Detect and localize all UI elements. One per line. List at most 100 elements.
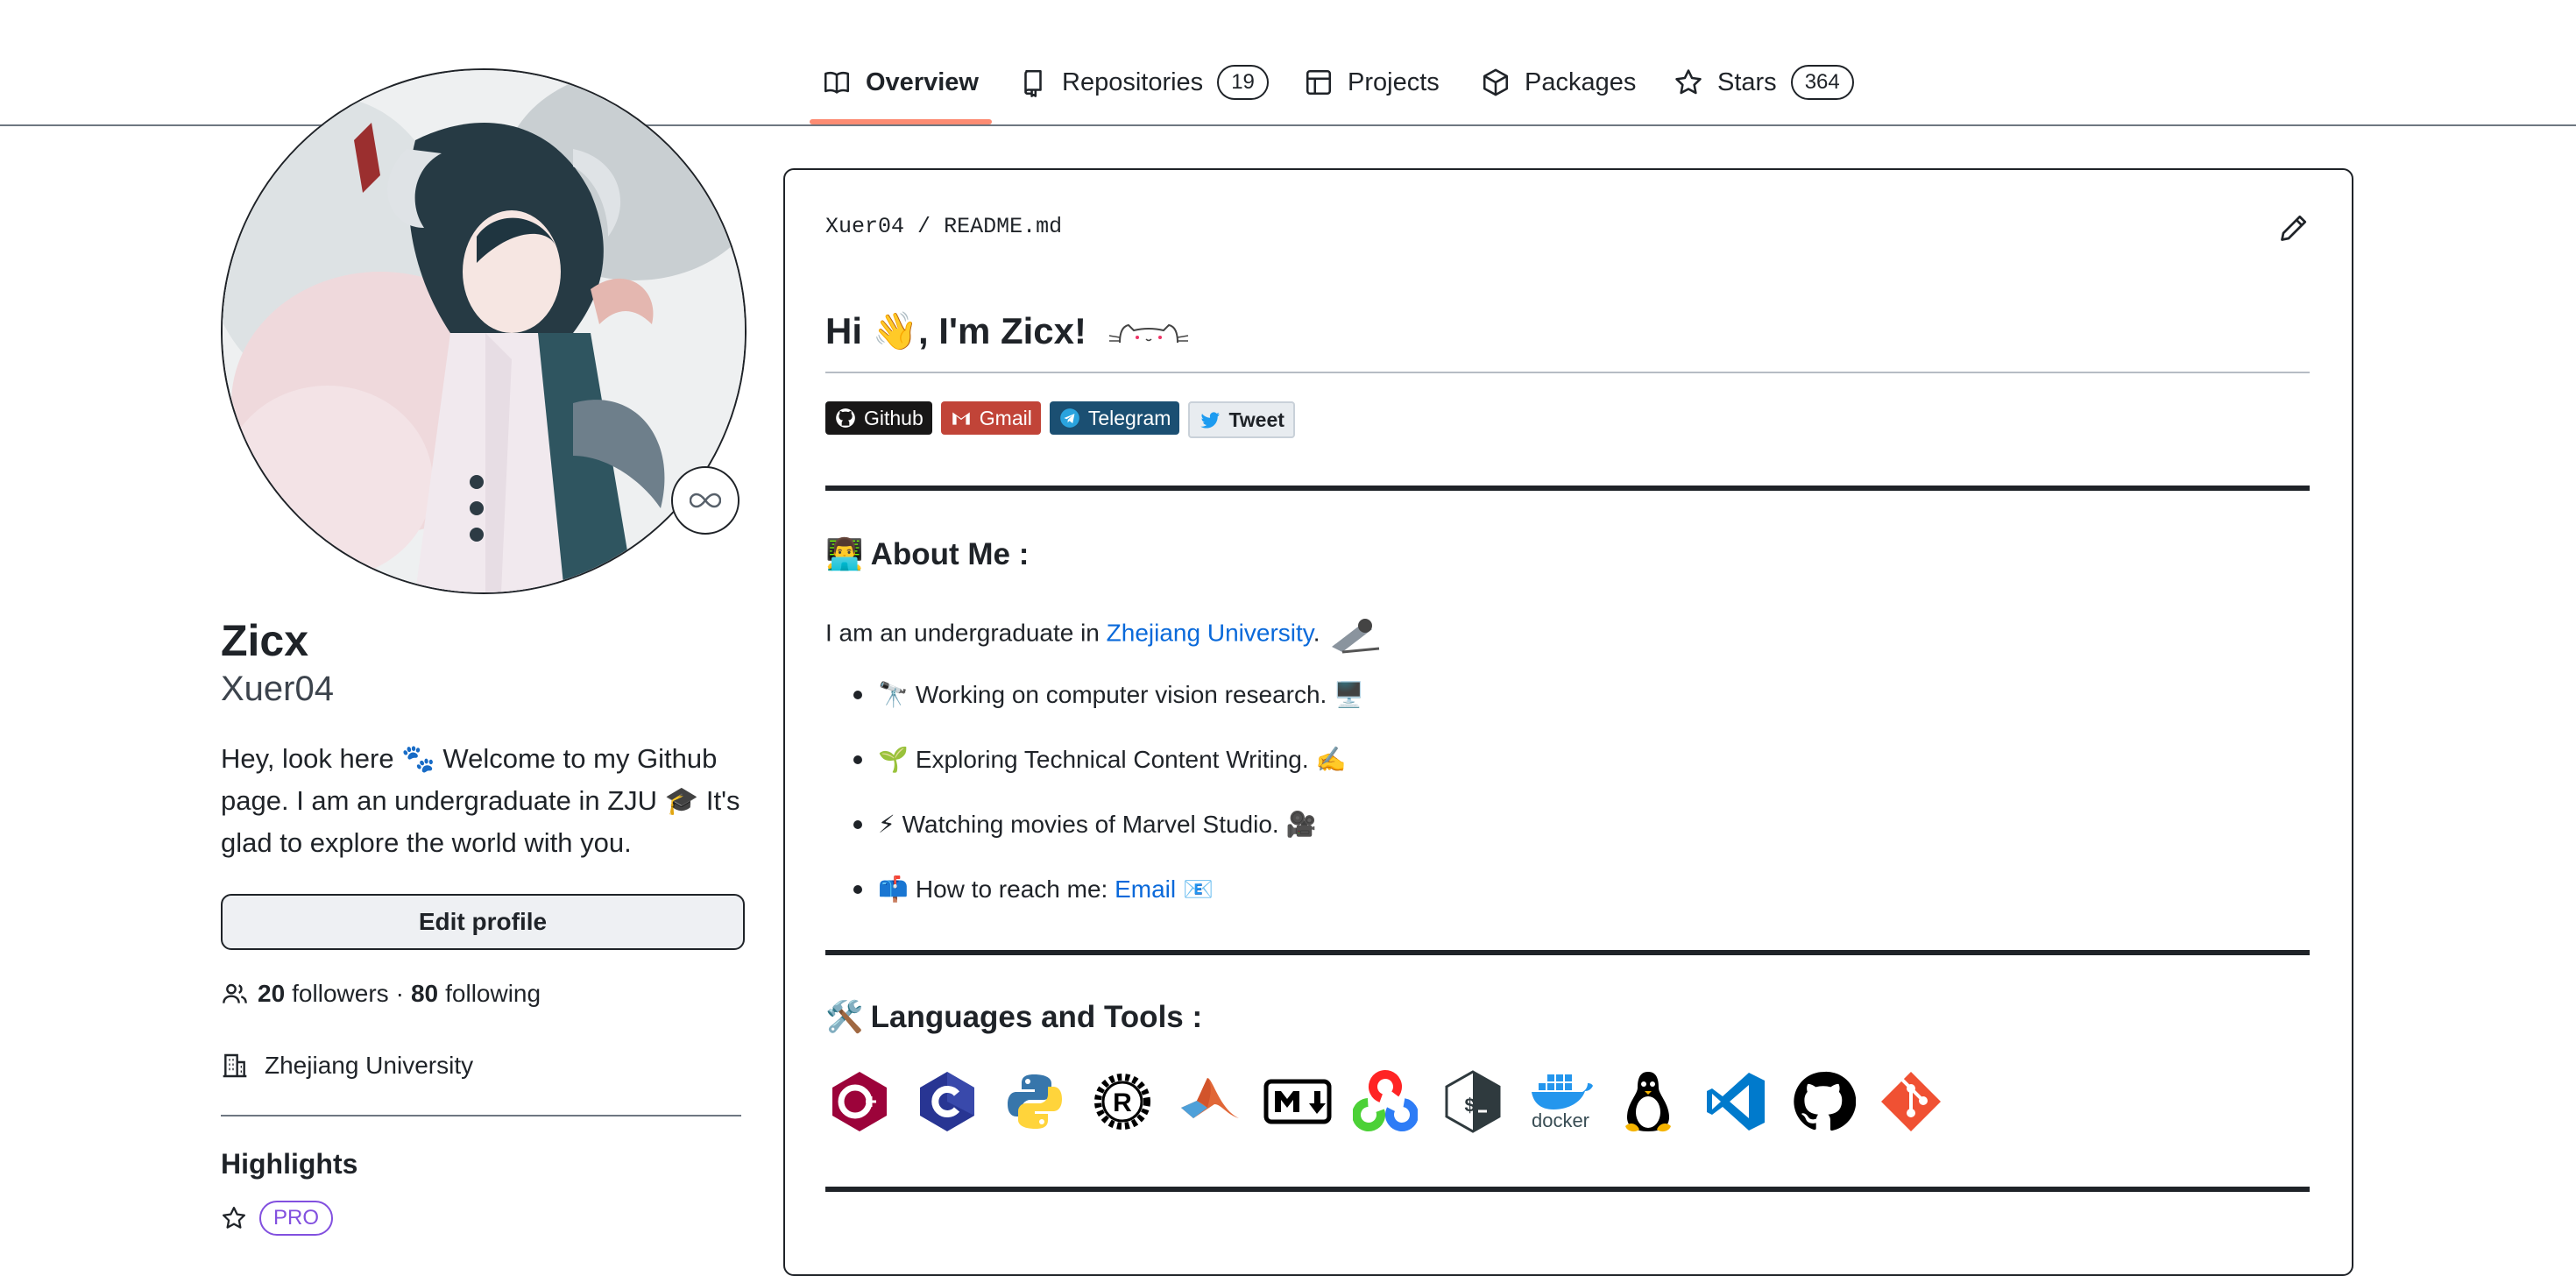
docker-icon[interactable]: docker [1526,1067,1595,1136]
tools-row: R $ docker [825,1067,1945,1136]
mailbox-icon: 📫 [878,875,909,903]
building-icon [223,1053,247,1078]
pencil-icon[interactable] [2278,212,2310,244]
seedling-icon: 🌱 [878,746,909,773]
star-icon [223,1207,245,1229]
tab-projects-label: Projects [1348,67,1440,96]
star-icon [1675,69,1702,95]
tools-title: Languages and Tools : [870,999,1203,1034]
followers-count[interactable]: 20 [258,980,285,1008]
table-icon [1306,69,1332,96]
section-rule [825,1187,2310,1192]
package-icon [1483,68,1509,96]
tools-heading: 🛠️ Languages and Tools : [825,999,1202,1035]
follow-separator: · [395,980,404,1007]
list-item: 🌱 Exploring Technical Content Writing. ✍… [853,745,1354,774]
tab-stars[interactable]: Stars 364 [1674,61,1854,103]
tab-overview[interactable]: Overview [822,61,979,103]
tab-repositories[interactable]: Repositories 19 [1018,61,1269,103]
movie-camera-icon: 🎥 [1285,811,1317,838]
infinity-icon [690,493,721,508]
list-item-text: Watching movies of Marvel Studio. [902,810,1279,838]
list-item-text: Working on computer vision research. [915,680,1327,708]
tab-packages[interactable]: Packages [1481,61,1636,103]
markdown-icon[interactable] [1263,1067,1332,1136]
readme-heading-text: Hi 👋, I'm Zicx! [825,310,1086,351]
telescope-icon: 🔭 [878,681,909,708]
c-icon[interactable] [913,1067,981,1136]
about-title: About Me : [870,536,1030,571]
pro-badge: PRO [259,1201,334,1236]
tab-packages-label: Packages [1525,67,1637,96]
readme-owner[interactable]: Xuer04 [825,214,904,239]
profile-bio: Hey, look here 🐾 Welcome to my Github pa… [221,743,740,858]
svg-text:R: R [1113,1088,1132,1117]
tweet-badge[interactable]: Tweet [1188,401,1295,438]
tab-overview-label: Overview [866,67,979,96]
path-separator: / [917,214,931,239]
opencv-icon[interactable] [1351,1067,1419,1136]
list-bullet [853,755,862,764]
telegram-badge[interactable]: Telegram [1049,401,1180,435]
tab-stars-label: Stars [1717,67,1777,96]
linux-icon[interactable] [1614,1067,1682,1136]
profile-login: Xuer04 [221,670,334,708]
university-link[interactable]: Zhejiang University [1107,619,1313,646]
list-bullet [853,819,862,829]
readme-file[interactable]: README.md [944,214,1062,239]
lightning-icon: ⚡ [878,811,895,838]
readme-path: Xuer04 / README.md [825,214,1062,239]
status-button[interactable] [671,466,740,535]
people-icon [223,983,247,1003]
following-count[interactable]: 80 [411,980,438,1008]
followers-label[interactable]: followers [292,980,388,1008]
organization: Zhejiang University [221,1052,473,1080]
avatar-illustration [223,70,745,592]
matlab-icon[interactable] [1176,1067,1244,1136]
list-item-text: Exploring Technical Content Writing. [915,745,1309,773]
highlights-pro: PRO [221,1201,334,1236]
vscode-icon[interactable] [1702,1067,1770,1136]
highlights-title: Highlights [221,1148,358,1180]
gmail-badge-label: Gmail [979,406,1032,429]
social-badges: Github Gmail Telegram Tweet [825,401,1295,438]
organization-name: Zhejiang University [265,1052,474,1079]
git-icon[interactable] [1877,1067,1945,1136]
avatar[interactable] [221,68,747,594]
telegram-badge-label: Telegram [1087,406,1171,429]
tools-icon: 🛠️ [825,1000,864,1034]
email-link[interactable]: Email [1115,875,1176,904]
list-bullet [853,884,862,894]
gmail-badge[interactable]: Gmail [940,401,1041,435]
tweet-badge-label: Tweet [1228,408,1284,431]
divider [221,1115,741,1116]
reach-text: How to reach me: [915,875,1115,903]
gmail-icon [952,412,970,425]
list-item: 🔭 Working on computer vision research. 🖥… [853,680,1371,709]
edit-profile-button[interactable]: Edit profile [221,894,745,950]
cplusplus-icon[interactable] [825,1067,894,1136]
writing-hand-icon: ✍️ [1315,746,1347,773]
rust-icon[interactable]: R [1088,1067,1157,1136]
following-label[interactable]: following [445,980,541,1008]
github-icon [836,408,855,428]
email-icon: 📧 [1183,875,1214,903]
tab-repositories-label: Repositories [1062,67,1204,96]
follow-stats: 20 followers · 80 following [221,980,541,1008]
about-heading: 👨‍💻 About Me : [825,536,1029,572]
book-icon [824,71,850,94]
heading-rule [825,372,2310,373]
github-badge[interactable]: Github [825,401,932,435]
desktop-icon: 🖥️ [1334,681,1365,708]
cat-icon [1108,323,1188,343]
tab-projects[interactable]: Projects [1304,61,1440,103]
section-rule [825,950,2310,955]
github-icon[interactable] [1789,1067,1858,1136]
laptop-cat-icon [1332,619,1380,654]
readme-heading: Hi 👋, I'm Zicx! [825,310,1190,353]
bash-icon[interactable]: $ [1439,1067,1507,1136]
section-rule [825,486,2310,491]
telegram-icon [1059,408,1079,428]
python-icon[interactable] [1001,1067,1069,1136]
technologist-icon: 👨‍💻 [825,537,864,571]
